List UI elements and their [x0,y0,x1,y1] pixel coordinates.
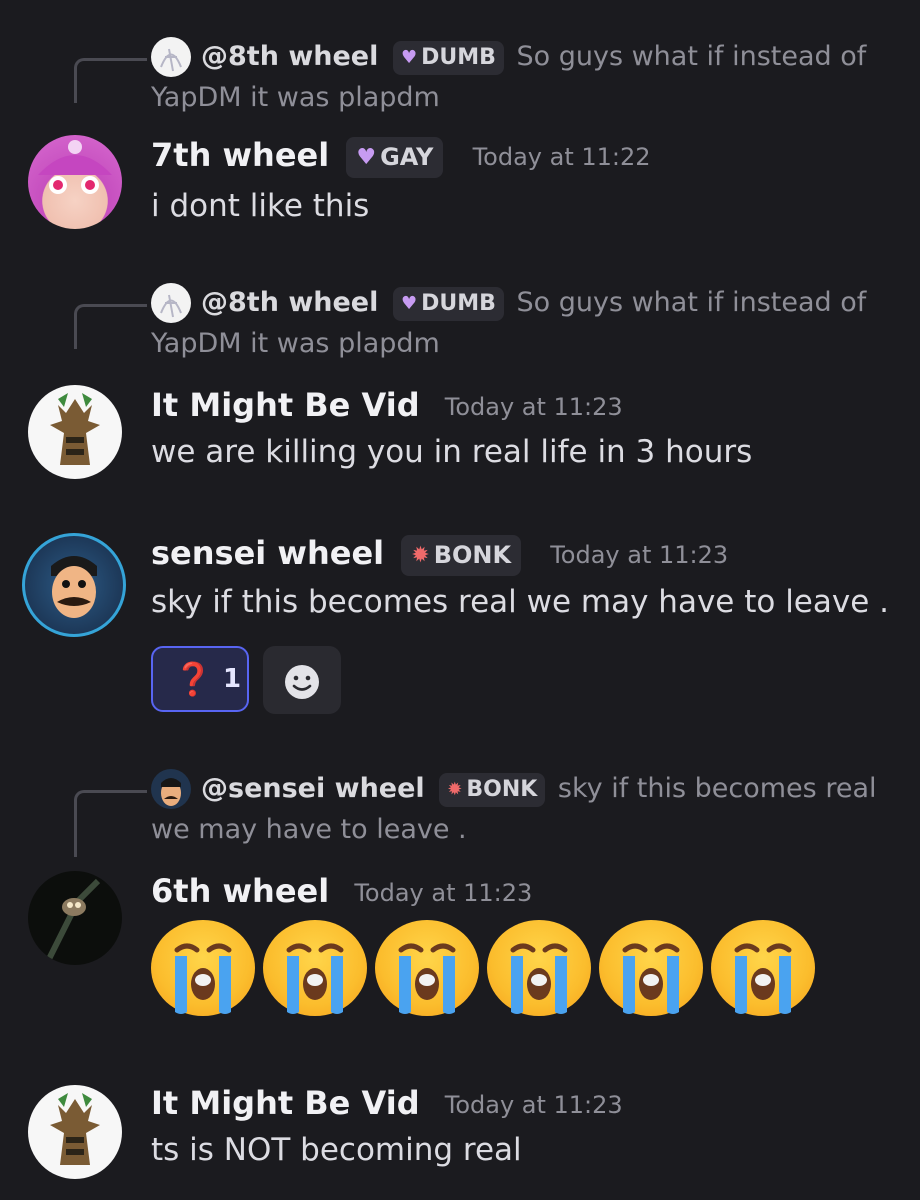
reply-preview[interactable]: @sensei wheel ✹ BONK sky if this becomes … [201,768,877,810]
purple-heart-icon: ♥ [400,46,418,68]
reply-snippet-line2: YapDM it was plapdm [151,328,440,359]
reply-author[interactable]: @sensei wheel [201,773,425,804]
reply-preview[interactable]: @8th wheel ♥ DUMB So guys what if instead… [201,36,866,78]
message-author-row: 6th wheel Today at 11:23 [151,872,532,910]
purple-heart-icon: ♥ [356,144,377,170]
reply-avatar[interactable] [151,37,191,77]
reply-snippet-line2: YapDM it was plapdm [151,82,440,113]
bonk-flame-icon: ✹ [447,778,463,800]
bonk-flame-icon: ✹ [411,542,430,568]
loudly-crying-face-icon [263,920,367,1016]
reply-author[interactable]: @8th wheel [201,287,378,318]
message-text: i dont like this [151,188,370,224]
timestamp: Today at 11:22 [472,143,651,171]
purple-heart-icon: ♥ [400,292,418,314]
question-mark-emoji: ❓ [173,660,213,698]
author-name[interactable]: sensei wheel [151,534,384,572]
message-author-row: It Might Be Vid Today at 11:23 [151,386,623,424]
avatar[interactable] [28,135,122,229]
timestamp: Today at 11:23 [444,1091,623,1119]
timestamp: Today at 11:23 [444,393,623,421]
author-name[interactable]: It Might Be Vid [151,386,420,424]
role-badge: ♥ DUMB [392,286,504,321]
message-author-row: It Might Be Vid Today at 11:23 [151,1084,623,1122]
reply-avatar[interactable] [151,283,191,323]
timestamp: Today at 11:23 [550,541,729,569]
reply-author[interactable]: @8th wheel [201,41,378,72]
reply-avatar[interactable] [151,769,191,809]
loudly-crying-face-icon [375,920,479,1016]
loudly-crying-face-icon [487,920,591,1016]
loudly-crying-face-icon [711,920,815,1016]
loudly-crying-face-icon [151,920,255,1016]
reply-snippet-line2: we may have to leave . [151,814,467,845]
role-badge: ✹ BONK [401,534,522,576]
reaction-count: 1 [223,664,242,694]
add-reaction-button[interactable] [263,646,341,714]
avatar[interactable] [22,533,126,637]
reply-snippet: sky if this becomes real [557,773,877,804]
reply-snippet: So guys what if instead of [516,41,867,72]
reply-connector [74,304,147,349]
role-badge: ♥ GAY [346,136,444,178]
reply-snippet: So guys what if instead of [516,287,867,318]
avatar[interactable] [28,871,122,965]
role-badge: ✹ BONK [439,772,546,807]
reply-connector [74,58,147,103]
avatar[interactable] [28,385,122,479]
message-text: we are killing you in real life in 3 hou… [151,434,753,470]
message-text: sky if this becomes real we may have to … [151,584,890,620]
message-author-row: 7th wheel ♥ GAY Today at 11:22 [151,136,651,178]
message-author-row: sensei wheel ✹ BONK Today at 11:23 [151,534,728,576]
smiley-face-icon [285,665,319,699]
loudly-crying-face-icon [599,920,703,1016]
avatar[interactable] [28,1085,122,1179]
author-name[interactable]: It Might Be Vid [151,1084,420,1122]
role-badge: ♥ DUMB [392,40,504,75]
message-text: ts is NOT becoming real [151,1132,522,1168]
author-name[interactable]: 7th wheel [151,136,329,174]
reply-connector [74,790,147,857]
reaction-chip[interactable]: ❓ 1 [151,646,249,712]
timestamp: Today at 11:23 [354,879,533,907]
author-name[interactable]: 6th wheel [151,872,329,910]
reply-preview[interactable]: @8th wheel ♥ DUMB So guys what if instead… [201,282,866,324]
